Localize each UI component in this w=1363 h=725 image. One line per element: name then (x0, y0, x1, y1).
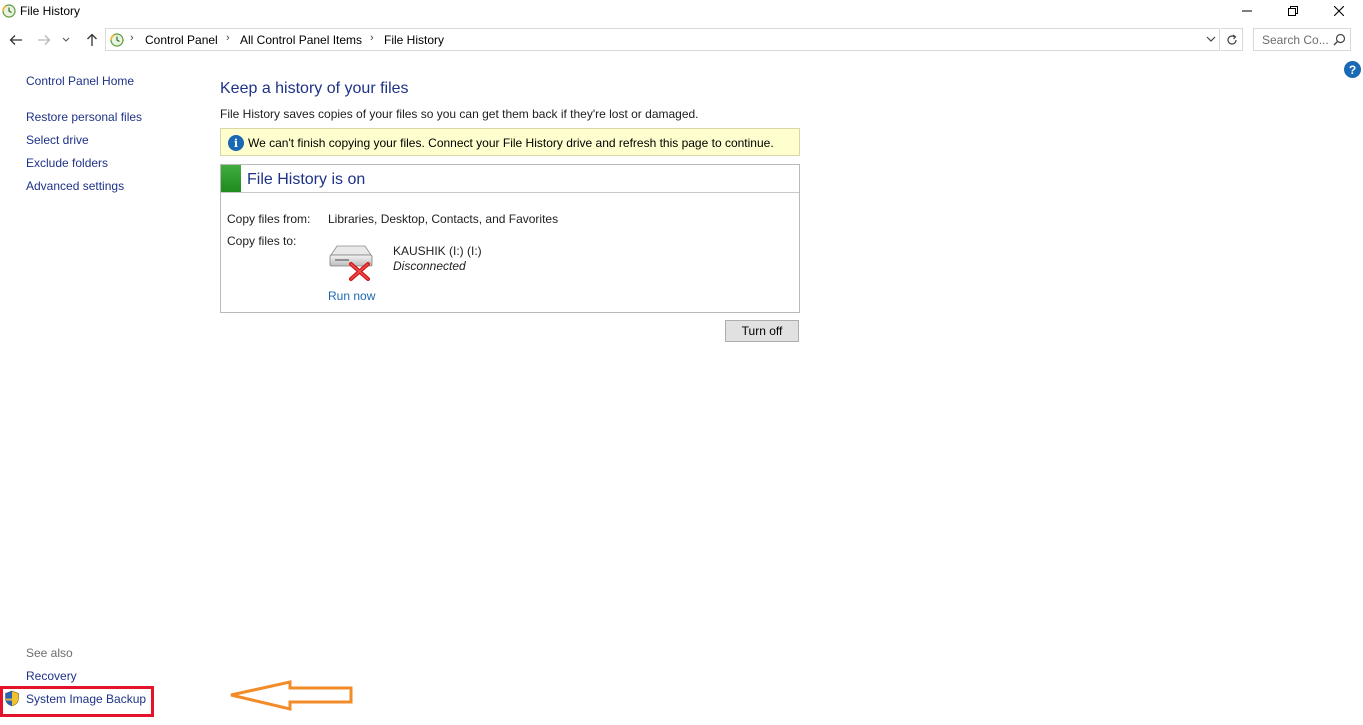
close-button[interactable] (1316, 0, 1362, 22)
restore-icon (1288, 6, 1298, 16)
recent-locations-button[interactable] (59, 30, 73, 50)
turn-off-button[interactable]: Turn off (725, 320, 799, 342)
restore-button[interactable] (1270, 0, 1316, 22)
address-dropdown-icon[interactable] (1205, 33, 1217, 45)
breadcrumb-file-history[interactable]: File History (384, 33, 444, 47)
up-button[interactable] (82, 30, 102, 50)
refresh-icon (1226, 34, 1237, 45)
refresh-button[interactable] (1221, 28, 1243, 51)
page-description: File History saves copies of your files … (220, 107, 699, 121)
exclude-folders-link[interactable]: Exclude folders (26, 156, 108, 170)
file-history-status-panel: File History is on Copy files from: Libr… (220, 164, 800, 313)
copy-to-label: Copy files to: (227, 234, 297, 248)
breadcrumb-all-items[interactable]: All Control Panel Items (240, 33, 362, 47)
run-now-link[interactable]: Run now (328, 289, 375, 303)
forward-button[interactable] (34, 30, 54, 50)
status-header: File History is on (221, 165, 799, 193)
breadcrumb-separator[interactable]: › (370, 32, 374, 44)
breadcrumb-control-panel[interactable]: Control Panel (145, 33, 218, 47)
back-arrow-icon (9, 35, 22, 45)
file-history-location-icon (110, 33, 124, 47)
forward-arrow-icon (38, 35, 51, 45)
info-banner: i We can't finish copying your files. Co… (220, 128, 800, 156)
back-button[interactable] (6, 30, 26, 50)
page-title: Keep a history of your files (220, 80, 409, 97)
search-input[interactable] (1254, 29, 1334, 50)
breadcrumb-separator[interactable]: › (130, 32, 134, 44)
help-icon[interactable]: ? (1344, 61, 1361, 78)
see-also-heading: See also (26, 646, 73, 660)
minimize-icon (1242, 10, 1252, 12)
copy-from-value: Libraries, Desktop, Contacts, and Favori… (328, 212, 559, 226)
annotation-arrow-icon (230, 680, 353, 711)
system-image-backup-link[interactable]: System Image Backup (26, 692, 146, 706)
uac-shield-icon (5, 690, 19, 707)
restore-personal-files-link[interactable]: Restore personal files (26, 110, 142, 124)
address-bar[interactable]: › Control Panel › All Control Panel Item… (105, 28, 1220, 51)
window-title: File History (20, 4, 81, 18)
disconnected-drive-icon (329, 245, 373, 281)
chevron-down-icon (62, 37, 70, 42)
close-icon (1334, 6, 1344, 16)
info-icon: i (228, 135, 244, 151)
select-drive-link[interactable]: Select drive (26, 133, 89, 147)
info-message: We can't finish copying your files. Conn… (248, 136, 774, 150)
recovery-link[interactable]: Recovery (26, 669, 77, 683)
up-arrow-icon (87, 33, 97, 46)
drive-name: KAUSHIK (I:) (I:) (393, 244, 482, 258)
search-box[interactable] (1253, 28, 1351, 51)
minimize-button[interactable] (1224, 0, 1270, 22)
title-bar: File History (0, 0, 1363, 24)
drive-status: Disconnected (393, 259, 466, 273)
status-indicator (221, 165, 241, 192)
breadcrumb-separator[interactable]: › (226, 32, 230, 44)
status-title: File History is on (247, 171, 366, 188)
copy-from-label: Copy files from: (227, 212, 311, 226)
advanced-settings-link[interactable]: Advanced settings (26, 179, 124, 193)
search-icon[interactable] (1333, 33, 1346, 46)
file-history-app-icon (2, 4, 16, 18)
control-panel-home-link[interactable]: Control Panel Home (26, 74, 134, 88)
navigation-bar: › Control Panel › All Control Panel Item… (0, 27, 1363, 53)
